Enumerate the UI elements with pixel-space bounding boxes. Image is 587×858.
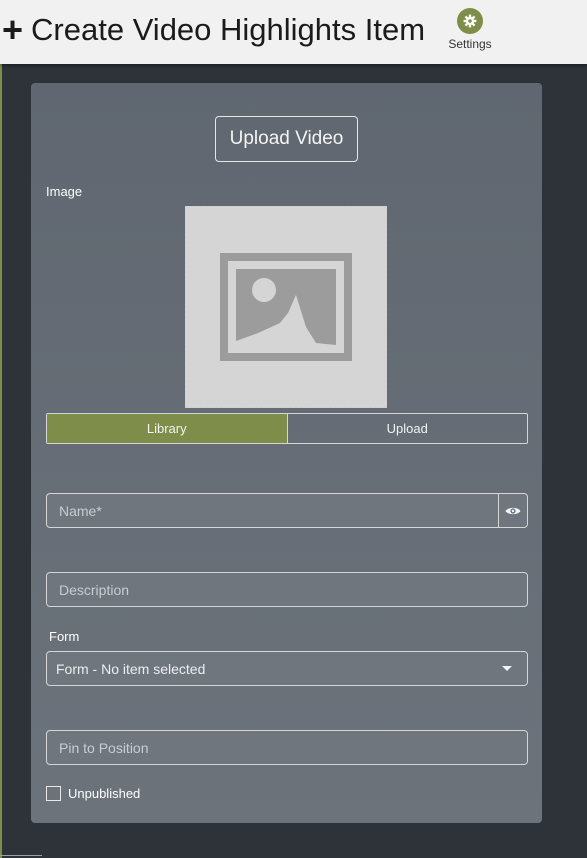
bottom-divider	[0, 855, 42, 856]
pin-position-input[interactable]	[47, 739, 527, 756]
page-title: + Create Video Highlights Item	[2, 12, 425, 48]
tab-upload[interactable]: Upload	[286, 414, 528, 443]
caret-down-icon	[502, 666, 512, 671]
settings-button[interactable]: Settings	[446, 8, 494, 51]
image-source-toggle: Library Upload	[46, 413, 528, 444]
settings-label: Settings	[448, 37, 492, 51]
name-input[interactable]	[47, 502, 498, 519]
gear-icon	[457, 8, 483, 34]
form-label: Form	[49, 629, 80, 644]
visibility-toggle-button[interactable]	[498, 494, 527, 527]
unpublished-label: Unpublished	[68, 786, 141, 801]
create-item-panel: Upload Video Image Library Upload Form F…	[31, 83, 542, 823]
form-select[interactable]: Form - No item selected	[46, 651, 528, 686]
pin-position-field	[46, 730, 528, 765]
eye-icon	[505, 507, 521, 514]
description-input[interactable]	[47, 581, 527, 598]
unpublished-checkbox[interactable]	[46, 786, 61, 801]
name-field	[46, 493, 528, 528]
plus-icon: +	[2, 9, 24, 50]
form-select-value: Form - No item selected	[56, 660, 206, 677]
left-edge-accent	[0, 64, 2, 858]
tab-library[interactable]: Library	[47, 414, 287, 443]
top-bar: + Create Video Highlights Item Settings	[0, 0, 587, 64]
image-label: Image	[46, 184, 83, 199]
description-field	[46, 572, 528, 607]
unpublished-option[interactable]: Unpublished	[46, 786, 140, 801]
image-placeholder-icon	[220, 253, 352, 361]
page-title-text: Create Video Highlights Item	[31, 12, 426, 47]
upload-video-button[interactable]: Upload Video	[215, 116, 358, 162]
image-drop-area[interactable]	[185, 206, 387, 408]
